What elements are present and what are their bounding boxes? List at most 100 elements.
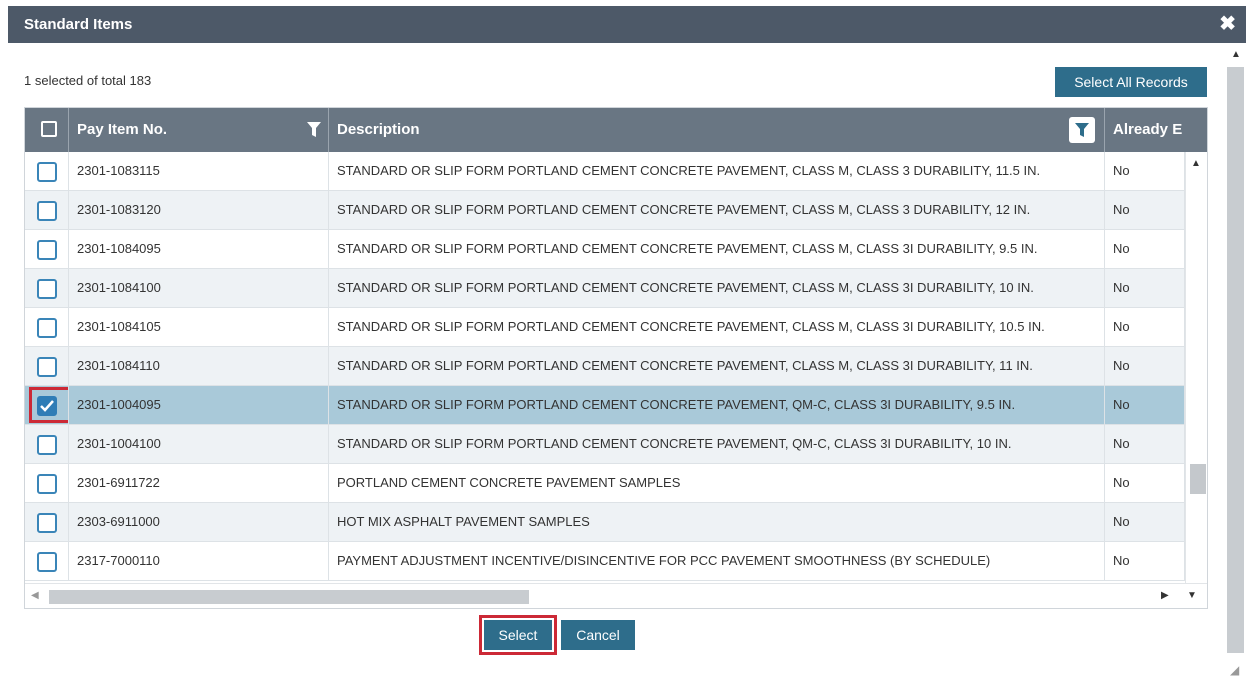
row-select-cell [25,308,69,346]
table-row[interactable]: 2301-6911722 PORTLAND CEMENT CONCRETE PAV… [25,464,1185,503]
row-select-cell [25,230,69,268]
pay-item-cell: 2301-1083115 [69,152,329,190]
description-cell: PORTLAND CEMENT CONCRETE PAVEMENT SAMPLE… [329,464,1105,502]
description-cell: STANDARD OR SLIP FORM PORTLAND CEMENT CO… [329,308,1105,346]
row-select-cell [25,425,69,463]
pay-item-cell: 2301-1084105 [69,308,329,346]
already-cell: No [1105,386,1185,424]
table-row[interactable]: 2317-7000110 PAYMENT ADJUSTMENT INCENTIVE… [25,542,1185,581]
row-select-cell [25,269,69,307]
description-cell: STANDARD OR SLIP FORM PORTLAND CEMENT CO… [329,230,1105,268]
row-checkbox[interactable] [37,357,57,377]
dialog-title-bar: Standard Items ✖ [8,6,1246,43]
pay-item-cell: 2301-1083120 [69,191,329,229]
cancel-button[interactable]: Cancel [561,620,635,650]
row-select-cell [25,503,69,541]
pay-item-cell: 2301-1084095 [69,230,329,268]
description-cell: STANDARD OR SLIP FORM PORTLAND CEMENT CO… [329,269,1105,307]
dialog-content: 1 selected of total 183 Select All Recor… [8,43,1224,679]
description-cell: PAYMENT ADJUSTMENT INCENTIVE/DISINCENTIV… [329,542,1105,580]
already-cell: No [1105,542,1185,580]
filter-icon[interactable] [307,122,321,138]
table-row[interactable]: 2301-1004100 STANDARD OR SLIP FORM PORTLA… [25,425,1185,464]
grid-horizontal-scrollbar[interactable]: ◀ ▶ ▼ [25,583,1207,608]
already-header-label: Already E [1113,121,1183,138]
table-row[interactable]: 2301-1004095 STANDARD OR SLIP FORM PORTLA… [25,386,1185,425]
row-checkbox[interactable] [37,240,57,260]
column-header-already[interactable]: Already E [1105,108,1207,152]
scroll-left-icon[interactable]: ◀ [31,590,39,601]
description-cell: STANDARD OR SLIP FORM PORTLAND CEMENT CO… [329,152,1105,190]
row-checkbox[interactable] [37,396,57,416]
grid-header: Pay Item No. Description Already E [25,108,1207,152]
row-checkbox[interactable] [37,162,57,182]
pay-item-cell: 2301-6911722 [69,464,329,502]
resize-grip-icon[interactable]: ◢ [1230,663,1239,677]
already-cell: No [1105,269,1185,307]
already-cell: No [1105,503,1185,541]
select-button-highlight: Select [479,615,557,655]
checkmark-icon [40,400,54,412]
close-icon[interactable]: ✖ [1219,12,1236,36]
row-checkbox[interactable] [37,318,57,338]
table-row[interactable]: 2301-1083120 STANDARD OR SLIP FORM PORTLA… [25,191,1185,230]
description-cell: STANDARD OR SLIP FORM PORTLAND CEMENT CO… [329,425,1105,463]
description-cell: STANDARD OR SLIP FORM PORTLAND CEMENT CO… [329,191,1105,229]
already-cell: No [1105,152,1185,190]
grid-body: 2301-1083115 STANDARD OR SLIP FORM PORTLA… [25,152,1185,583]
scroll-right-icon[interactable]: ▶ [1161,590,1169,601]
pay-item-cell: 2301-1084110 [69,347,329,385]
already-cell: No [1105,464,1185,502]
table-row[interactable]: 2301-1083115 STANDARD OR SLIP FORM PORTLA… [25,152,1185,191]
row-checkbox[interactable] [37,435,57,455]
pay-item-cell: 2303-6911000 [69,503,329,541]
pay-item-cell: 2301-1004100 [69,425,329,463]
row-checkbox[interactable] [37,513,57,533]
column-header-pay-item[interactable]: Pay Item No. [69,108,329,152]
already-cell: No [1105,425,1185,463]
description-cell: STANDARD OR SLIP FORM PORTLAND CEMENT CO… [329,386,1105,424]
select-all-records-button[interactable]: Select All Records [1055,67,1207,97]
row-select-cell [25,386,69,424]
grid-vertical-scroll-thumb[interactable] [1190,464,1206,494]
table-row[interactable]: 2301-1084110 STANDARD OR SLIP FORM PORTLA… [25,347,1185,386]
table-row[interactable]: 2301-1084095 STANDARD OR SLIP FORM PORTLA… [25,230,1185,269]
pay-item-cell: 2301-1084100 [69,269,329,307]
dialog-scroll-up-icon[interactable]: ▲ [1231,49,1241,60]
pay-item-header-label: Pay Item No. [77,121,168,138]
dialog-title: Standard Items [24,16,133,33]
already-cell: No [1105,191,1185,229]
table-row[interactable]: 2301-1084105 STANDARD OR SLIP FORM PORTLA… [25,308,1185,347]
column-header-description[interactable]: Description [329,108,1105,152]
row-checkbox[interactable] [37,474,57,494]
scroll-down-icon[interactable]: ▼ [1187,590,1197,601]
select-all-checkbox[interactable] [41,121,57,137]
grid-horizontal-scroll-thumb[interactable] [49,590,529,604]
table-row[interactable]: 2303-6911000 HOT MIX ASPHALT PAVEMENT SAM… [25,503,1185,542]
grid-vertical-scrollbar[interactable]: ▲ [1185,152,1207,583]
already-cell: No [1105,230,1185,268]
row-checkbox[interactable] [37,552,57,572]
description-cell: HOT MIX ASPHALT PAVEMENT SAMPLES [329,503,1105,541]
dialog-scroll-thumb[interactable] [1227,67,1244,653]
dialog-vertical-scrollbar[interactable]: ▲ ◢ [1224,43,1249,679]
row-select-cell [25,464,69,502]
items-grid: Pay Item No. Description Already E 2301-… [24,107,1208,609]
row-select-cell [25,542,69,580]
description-cell: STANDARD OR SLIP FORM PORTLAND CEMENT CO… [329,347,1105,385]
row-checkbox[interactable] [37,201,57,221]
row-select-cell [25,152,69,190]
selection-count: 1 selected of total 183 [24,73,152,88]
row-checkbox[interactable] [37,279,57,299]
pay-item-cell: 2317-7000110 [69,542,329,580]
filter-active-icon[interactable] [1069,117,1095,143]
already-cell: No [1105,347,1185,385]
pay-item-cell: 2301-1004095 [69,386,329,424]
row-select-cell [25,191,69,229]
header-select-cell [25,108,69,152]
table-row[interactable]: 2301-1084100 STANDARD OR SLIP FORM PORTLA… [25,269,1185,308]
description-header-label: Description [337,121,420,138]
select-button[interactable]: Select [484,620,552,650]
row-select-cell [25,347,69,385]
scroll-up-icon[interactable]: ▲ [1191,158,1201,169]
